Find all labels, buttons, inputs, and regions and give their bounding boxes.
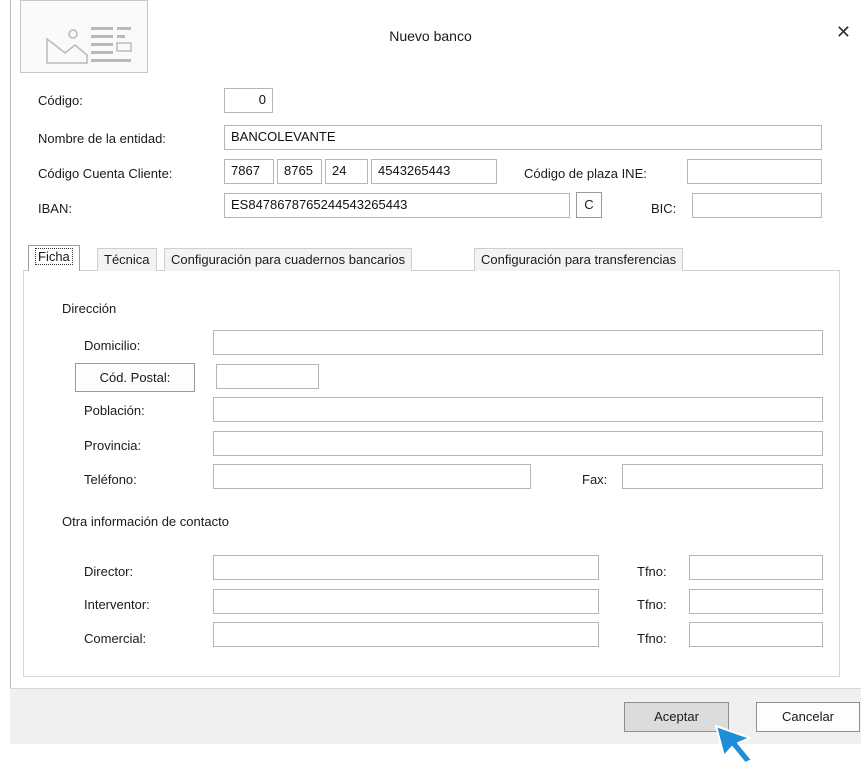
codigo-postal-button[interactable]: Cód. Postal: bbox=[75, 363, 195, 392]
telefono-label: Teléfono: bbox=[84, 472, 137, 487]
cancelar-button[interactable]: Cancelar bbox=[756, 702, 860, 732]
director-field[interactable] bbox=[213, 555, 599, 580]
comercial-field[interactable] bbox=[213, 622, 599, 647]
poblacion-label: Población: bbox=[84, 403, 145, 418]
director-tfno-label: Tfno: bbox=[637, 564, 667, 579]
tab-ficha-label: Ficha bbox=[35, 248, 73, 265]
comercial-tfno-field[interactable] bbox=[689, 622, 823, 647]
provincia-field[interactable] bbox=[213, 431, 823, 456]
director-tfno-field[interactable] bbox=[689, 555, 823, 580]
ccc-label: Código Cuenta Cliente: bbox=[38, 166, 173, 181]
tab-tecnica[interactable]: Técnica bbox=[97, 248, 157, 271]
interventor-tfno-field[interactable] bbox=[689, 589, 823, 614]
contacto-heading: Otra información de contacto bbox=[62, 514, 229, 529]
poblacion-field[interactable] bbox=[213, 397, 823, 422]
comercial-label: Comercial: bbox=[84, 631, 147, 646]
comercial-tfno-label: Tfno: bbox=[637, 631, 667, 646]
nombre-entidad-label: Nombre de la entidad: bbox=[38, 131, 166, 146]
mouse-pointer-icon bbox=[715, 725, 753, 764]
telefono-field[interactable] bbox=[213, 464, 531, 489]
plaza-ine-field[interactable] bbox=[687, 159, 822, 184]
bic-field[interactable] bbox=[692, 193, 822, 218]
ccc-dc-field[interactable]: 24 bbox=[325, 159, 368, 184]
plaza-ine-label: Código de plaza INE: bbox=[524, 166, 647, 181]
fax-field[interactable] bbox=[622, 464, 823, 489]
dialog-title: Nuevo banco bbox=[389, 28, 472, 44]
direccion-heading: Dirección bbox=[62, 301, 117, 316]
nombre-entidad-field[interactable]: BANCOLEVANTE bbox=[224, 125, 822, 150]
close-icon[interactable]: ✕ bbox=[836, 22, 851, 43]
ccc-cuenta-field[interactable]: 4543265443 bbox=[371, 159, 497, 184]
codigo-postal-field[interactable] bbox=[216, 364, 319, 389]
codigo-field[interactable]: 0 bbox=[224, 88, 273, 113]
tab-ficha[interactable]: Ficha bbox=[28, 245, 80, 271]
domicilio-field[interactable] bbox=[213, 330, 823, 355]
director-label: Director: bbox=[84, 564, 134, 579]
interventor-field[interactable] bbox=[213, 589, 599, 614]
iban-calc-button[interactable]: C bbox=[576, 192, 602, 218]
tab-transferencias[interactable]: Configuración para transferencias bbox=[474, 248, 684, 271]
interventor-tfno-label: Tfno: bbox=[637, 597, 667, 612]
domicilio-label: Domicilio: bbox=[84, 338, 141, 353]
bic-label: BIC: bbox=[651, 201, 677, 216]
ccc-oficina-field[interactable]: 8765 bbox=[277, 159, 322, 184]
codigo-label: Código: bbox=[38, 93, 83, 108]
tab-cuadernos-bancarios[interactable]: Configuración para cuadernos bancarios bbox=[164, 248, 413, 271]
interventor-label: Interventor: bbox=[84, 597, 150, 612]
ccc-entidad-field[interactable]: 7867 bbox=[224, 159, 274, 184]
provincia-label: Provincia: bbox=[84, 438, 142, 453]
fax-label: Fax: bbox=[582, 472, 608, 487]
iban-field[interactable]: ES8478678765244543265443 bbox=[224, 193, 570, 218]
iban-label: IBAN: bbox=[38, 201, 72, 216]
